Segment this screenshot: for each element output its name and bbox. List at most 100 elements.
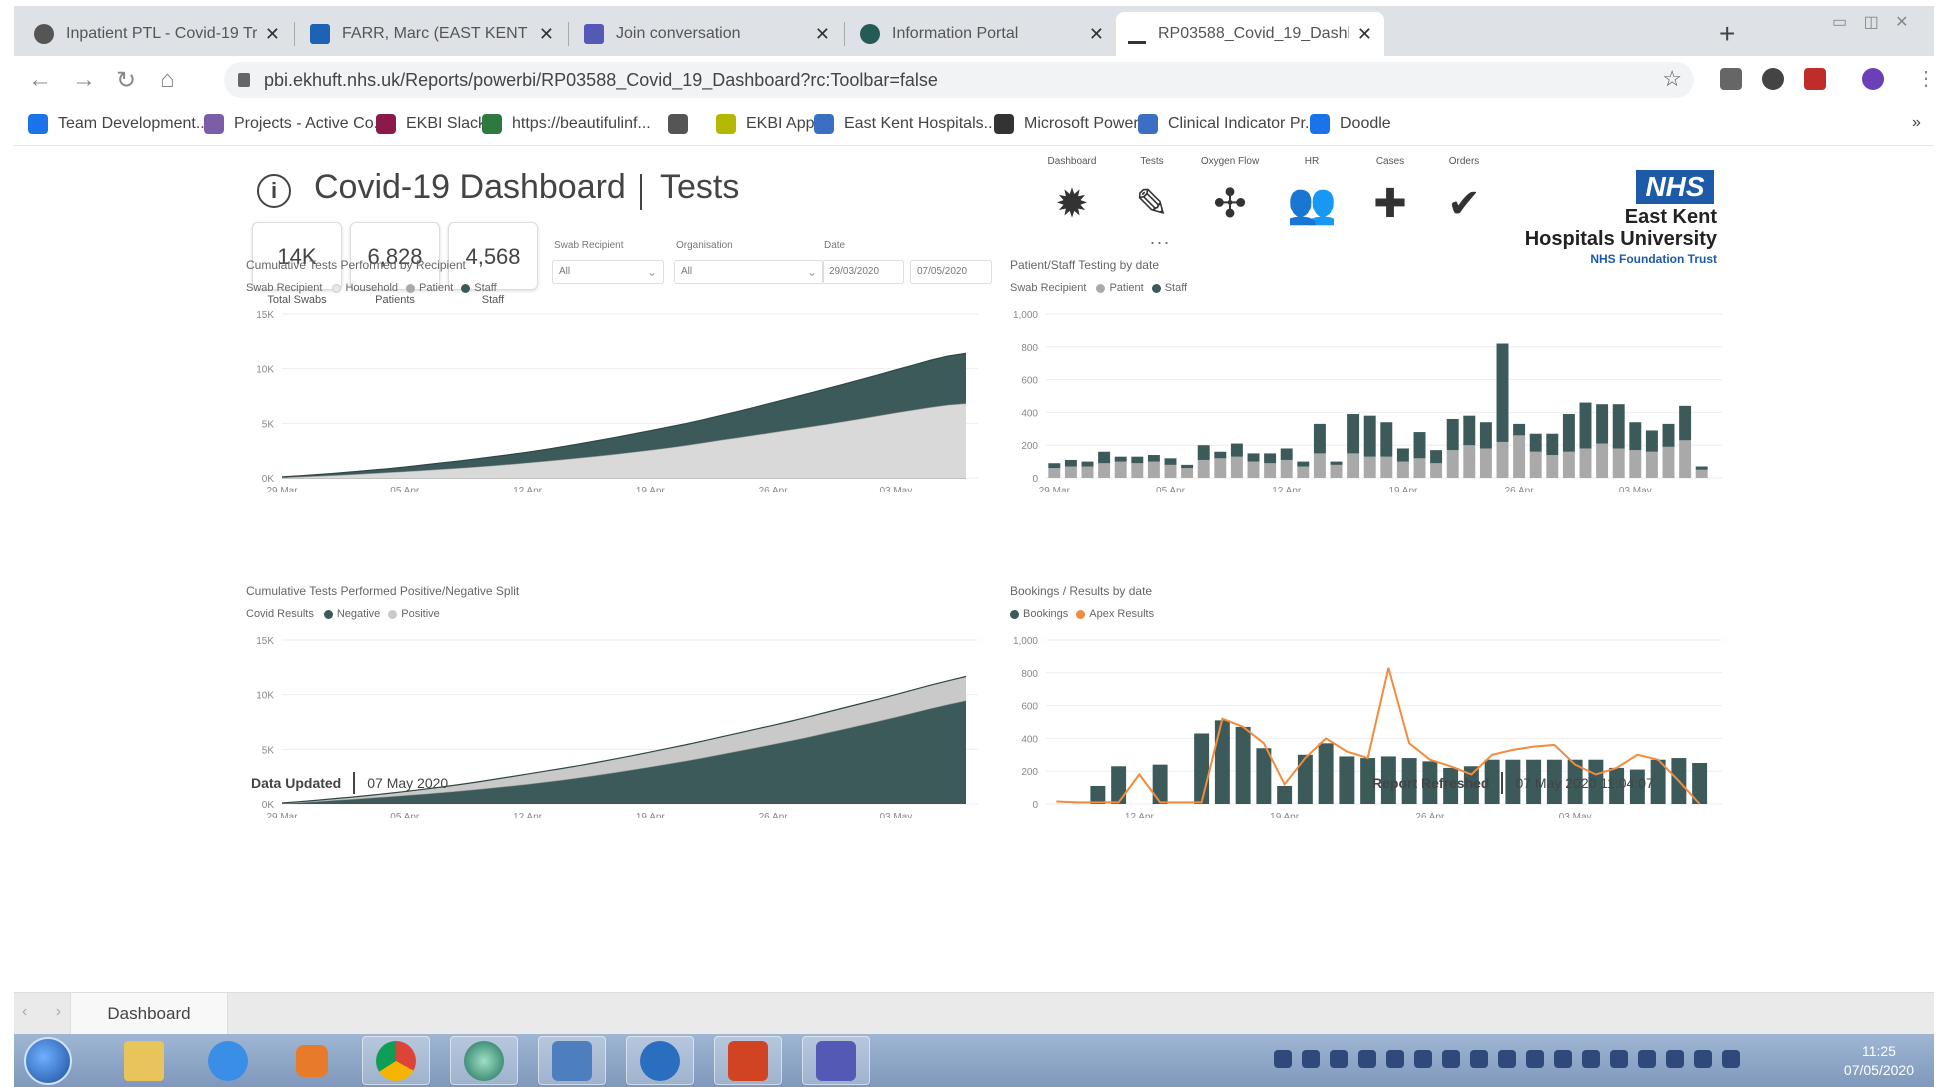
bar-staff	[1579, 402, 1592, 449]
x-tick-label: 03 May	[1559, 812, 1592, 818]
screen: Inpatient PTL - Covid-19 Tracker ✕ FARR,…	[0, 0, 1947, 1087]
clipboard-check-icon[interactable]: ✔	[1424, 182, 1504, 226]
file-explorer-icon[interactable]	[110, 1036, 178, 1085]
bookmark-item[interactable]: EKBI Slack	[376, 114, 486, 134]
bookmark-item[interactable]	[668, 114, 698, 134]
page-subtitle: Tests	[660, 168, 740, 206]
media-player-icon[interactable]	[278, 1036, 346, 1085]
reload-icon[interactable]: ↻	[116, 66, 136, 95]
network-app-icon[interactable]	[538, 1036, 606, 1085]
home-icon[interactable]: ⌂	[160, 66, 175, 94]
bookmark-item[interactable]: Doodle	[1310, 114, 1391, 134]
legend-item[interactable]: Patient	[406, 282, 453, 294]
address-bar[interactable]: pbi.ekhuft.nhs.uk/Reports/powerbi/RP0358…	[224, 62, 1694, 98]
bar-patient	[1164, 464, 1177, 478]
tab-information-portal[interactable]: Information Portal ✕	[848, 12, 1116, 56]
outlook-icon	[310, 24, 330, 44]
bookmark-item[interactable]: Team Development...	[28, 114, 209, 134]
bookmark-label: Team Development...	[58, 115, 210, 132]
page-tab-dashboard[interactable]: Dashboard	[70, 993, 228, 1035]
legend-item[interactable]: Apex Results	[1076, 608, 1154, 620]
chart-title: Patient/Staff Testing by date	[1010, 258, 1159, 272]
more-options-icon[interactable]: ...	[1150, 228, 1171, 249]
windows-taskbar: 11:25 07/05/2020	[14, 1034, 1934, 1087]
legend-item[interactable]: Staff	[1151, 282, 1187, 294]
legend-item[interactable]: Positive	[388, 608, 440, 620]
powerpoint-icon[interactable]	[714, 1036, 782, 1085]
tab-inpatient-ptl[interactable]: Inpatient PTL - Covid-19 Tracker ✕	[22, 12, 292, 56]
teams-icon[interactable]	[802, 1036, 870, 1085]
extension-icon[interactable]	[1804, 68, 1826, 90]
legend-item[interactable]: Household	[332, 282, 398, 294]
bookmark-item[interactable]: Microsoft Power BI	[994, 114, 1158, 134]
x-tick-label: 05 Apr	[390, 812, 420, 818]
bar-staff	[1479, 422, 1492, 449]
info-icon[interactable]: i	[257, 174, 291, 208]
bar-patient	[1629, 450, 1642, 478]
bookmark-item[interactable]: Clinical Indicator Pr...	[1138, 114, 1318, 134]
nav-label: Cases	[1375, 156, 1405, 167]
bar-patient	[1280, 459, 1293, 478]
bar-patient	[1363, 456, 1376, 478]
nav-label: Tests	[1140, 156, 1164, 167]
gear-icon[interactable]: ✹	[1032, 182, 1112, 226]
system-tray[interactable]	[1274, 1050, 1740, 1068]
bookmark-star-icon[interactable]: ☆	[1662, 66, 1682, 92]
tab-outlook-mail[interactable]: FARR, Marc (EAST KENT HOSPITALS) ✕	[298, 12, 566, 56]
forward-icon[interactable]: →	[72, 66, 96, 94]
close-tab-icon[interactable]: ✕	[539, 24, 554, 45]
taskbar-clock[interactable]: 11:25 07/05/2020	[1844, 1042, 1914, 1080]
browser-menu-icon[interactable]: ⋮	[1916, 66, 1936, 91]
bar-patient	[1380, 456, 1393, 478]
legend-item[interactable]: Staff	[461, 282, 497, 294]
medical-bag-icon[interactable]: ✚	[1350, 182, 1430, 226]
back-icon[interactable]: ←	[28, 66, 52, 94]
y-tick-label: 5K	[262, 745, 275, 756]
chrome-icon[interactable]	[362, 1036, 430, 1085]
close-tab-icon[interactable]: ✕	[1357, 24, 1372, 45]
bookmark-item[interactable]: East Kent Hospitals...	[814, 114, 997, 134]
tab-join-conversation[interactable]: Join conversation ✕	[572, 12, 842, 56]
extension-icon[interactable]	[1720, 68, 1742, 90]
internet-explorer-icon[interactable]	[194, 1036, 262, 1085]
chart-testing-by-date[interactable]: Patient/Staff Testing by date Swab Recip…	[1010, 258, 1730, 498]
bookmarks-bar: Team Development... Projects - Active Co.…	[14, 104, 1934, 146]
skype-icon[interactable]	[626, 1036, 694, 1085]
test-tube-icon[interactable]: ✎	[1112, 182, 1192, 226]
bar-staff	[1413, 432, 1426, 459]
filter-label: Swab Recipient	[554, 240, 624, 251]
y-tick-label: 0K	[262, 474, 275, 485]
close-tab-icon[interactable]: ✕	[815, 24, 830, 45]
bookmark-label: Projects - Active Co...	[234, 115, 387, 132]
bookmark-item[interactable]: Projects - Active Co...	[204, 114, 387, 134]
bookmark-item[interactable]: https://beautifulinf...	[482, 114, 651, 134]
legend-item[interactable]: Patient	[1096, 282, 1144, 294]
people-icon[interactable]: 👥	[1272, 182, 1352, 226]
bar-staff	[1181, 464, 1194, 469]
extension-icon[interactable]	[1762, 68, 1784, 90]
bookmarks-overflow-icon[interactable]: »	[1912, 114, 1921, 132]
legend-item[interactable]: Bookings	[1010, 608, 1068, 620]
close-tab-icon[interactable]: ✕	[1089, 24, 1104, 45]
start-button[interactable]	[24, 1037, 72, 1085]
bar-patient	[1114, 461, 1127, 478]
page-nav-arrows[interactable]: ‹ ›	[22, 1003, 73, 1021]
x-tick-label: 26 Apr	[1505, 486, 1535, 492]
close-tab-icon[interactable]: ✕	[265, 24, 280, 45]
legend-item[interactable]: Negative	[323, 608, 380, 620]
tab-covid-dashboard[interactable]: RP03588_Covid_19_Dashboard ✕	[1116, 12, 1384, 56]
oxygen-icon[interactable]: ✣	[1190, 182, 1270, 226]
x-tick-label: 05 Apr	[390, 486, 420, 492]
app-icon[interactable]	[450, 1036, 518, 1085]
x-tick-label: 03 May	[1619, 486, 1652, 492]
bookmark-icon	[204, 114, 224, 134]
new-tab-button[interactable]: +	[1719, 18, 1735, 50]
bar-patient	[1181, 468, 1194, 478]
window-controls[interactable]: ▭ ◫ ✕	[1832, 12, 1915, 32]
profile-avatar[interactable]	[1862, 68, 1884, 90]
bookmark-item[interactable]: EKBI Apps	[716, 114, 823, 134]
bar-staff	[1380, 422, 1393, 457]
bookmark-icon	[994, 114, 1014, 134]
nav-label: Oxygen Flow	[1200, 156, 1260, 167]
chart-cumulative-by-recipient[interactable]: Cumulative Tests Performed by Recipient …	[246, 258, 986, 498]
